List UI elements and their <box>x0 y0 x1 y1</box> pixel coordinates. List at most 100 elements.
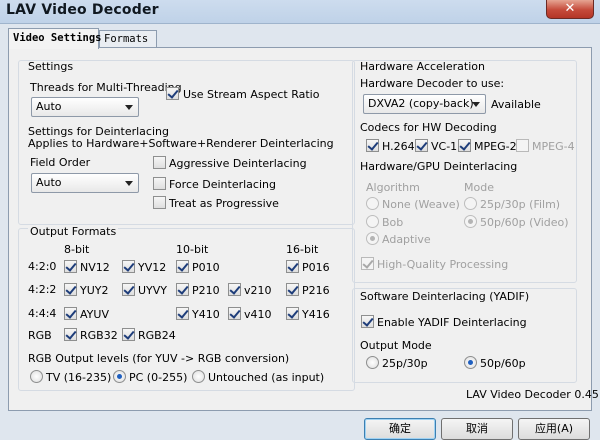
format-yuy2-label: YUY2 <box>80 284 109 297</box>
format-y416-checkbox[interactable] <box>286 307 299 320</box>
alg-adaptive-radio[interactable] <box>366 232 379 245</box>
format-ayuv-checkbox[interactable] <box>64 307 77 320</box>
format-yv12-label: YV12 <box>138 261 167 274</box>
codec-h264-label: H.264 <box>382 140 415 153</box>
level-tv-label: TV (16-235) <box>46 371 112 384</box>
level-pc-radio[interactable] <box>113 370 126 383</box>
format-p210-label: P210 <box>192 284 220 297</box>
yadif-enable-label: Enable YADIF Deinterlacing <box>377 316 527 329</box>
yadif-mode-25-radio[interactable] <box>366 356 379 369</box>
format-v410-label: v410 <box>244 308 272 321</box>
version-label: LAV Video Decoder 0.45 <box>466 388 599 401</box>
mode-label: Mode <box>464 181 494 194</box>
format-v410-checkbox[interactable] <box>228 307 241 320</box>
row-rgb-label: RGB <box>28 329 52 342</box>
field-order-label: Field Order <box>30 156 91 169</box>
force-deint-checkbox[interactable] <box>153 177 166 190</box>
codec-h264-checkbox[interactable] <box>366 139 379 152</box>
force-deint-label: Force Deinterlacing <box>169 178 276 191</box>
tab-video-settings[interactable]: Video Settings <box>8 28 102 49</box>
format-ayuv-label: AYUV <box>80 308 109 321</box>
hw-decoder-select-value: DXVA2 (copy-back) <box>368 97 474 110</box>
format-uyvy-checkbox[interactable] <box>122 283 135 296</box>
close-button[interactable]: ✕ <box>546 0 594 19</box>
format-p210-checkbox[interactable] <box>176 283 189 296</box>
format-y410-label: Y410 <box>192 308 220 321</box>
row-444-label: 4:4:4 <box>28 307 57 320</box>
format-y416-label: Y416 <box>302 308 330 321</box>
format-rgb24-checkbox[interactable] <box>122 328 135 341</box>
col-8bit-label: 8-bit <box>64 243 90 256</box>
alg-bob-radio[interactable] <box>366 215 379 228</box>
codec-mpeg4-label: MPEG-4 <box>532 140 575 153</box>
codec-mpeg4-checkbox[interactable] <box>516 139 529 152</box>
yadif-output-mode-label: Output Mode <box>360 339 432 352</box>
mode-film-radio[interactable] <box>464 197 477 210</box>
format-nv12-checkbox[interactable] <box>64 260 77 273</box>
level-tv-radio[interactable] <box>30 370 43 383</box>
format-yv12-checkbox[interactable] <box>122 260 135 273</box>
format-p010-checkbox[interactable] <box>176 260 189 273</box>
format-p216-label: P216 <box>302 284 330 297</box>
row-422-label: 4:2:2 <box>28 283 57 296</box>
codec-mpeg2-checkbox[interactable] <box>458 139 471 152</box>
format-y410-checkbox[interactable] <box>176 307 189 320</box>
field-order-select[interactable]: Auto <box>31 173 139 193</box>
level-untouched-radio[interactable] <box>192 370 205 383</box>
codec-vc1-checkbox[interactable] <box>415 139 428 152</box>
hw-accel-label: Hardware Acceleration <box>360 60 485 73</box>
format-nv12-label: NV12 <box>80 261 110 274</box>
stream-aspect-label: Use Stream Aspect Ratio <box>183 88 320 101</box>
level-pc-label: PC (0-255) <box>129 371 188 384</box>
threads-select[interactable]: Auto <box>31 97 139 117</box>
format-p216-checkbox[interactable] <box>286 283 299 296</box>
format-uyvy-label: UYVY <box>138 284 168 297</box>
alg-bob-label: Bob <box>382 216 404 229</box>
codec-vc1-label: VC-1 <box>431 140 458 153</box>
settings-group-label: Settings <box>28 60 74 73</box>
format-v210-checkbox[interactable] <box>228 283 241 296</box>
format-rgb32-label: RGB32 <box>80 329 118 342</box>
aggressive-deint-label: Aggressive Deinterlacing <box>169 157 307 170</box>
stream-aspect-checkbox[interactable] <box>166 87 179 100</box>
aggressive-deint-checkbox[interactable] <box>153 156 166 169</box>
format-p016-label: P016 <box>302 261 330 274</box>
chevron-down-icon <box>125 181 133 186</box>
chevron-down-icon <box>125 105 133 110</box>
codec-mpeg2-label: MPEG-2 <box>474 140 517 153</box>
level-untouched-label: Untouched (as input) <box>208 371 325 384</box>
alg-adaptive-label: Adaptive <box>382 233 431 246</box>
format-yuy2-checkbox[interactable] <box>64 283 77 296</box>
cancel-button[interactable]: 取消 <box>441 418 513 440</box>
window-title: LAV Video Decoder <box>6 2 159 18</box>
deint-sub-label: Applies to Hardware+Software+Renderer De… <box>28 137 334 150</box>
format-v210-label: v210 <box>244 284 272 297</box>
col-16bit-label: 16-bit <box>286 243 319 256</box>
gpu-deint-label: Hardware/GPU Deinterlacing <box>360 160 518 173</box>
hq-processing-checkbox[interactable] <box>361 257 374 270</box>
row-420-label: 4:2:0 <box>28 260 57 273</box>
format-p010-label: P010 <box>192 261 220 274</box>
mode-film-label: 25p/30p (Film) <box>480 198 561 211</box>
alg-none-label: None (Weave) <box>382 198 460 211</box>
ok-button[interactable]: 确定 <box>364 418 436 440</box>
algorithm-label: Algorithm <box>366 181 420 194</box>
dialog-footer: 确定 取消 应用(A) <box>0 412 600 440</box>
close-icon: ✕ <box>564 1 576 16</box>
hq-processing-label: High-Quality Processing <box>377 258 509 271</box>
hw-decoder-select[interactable]: DXVA2 (copy-back) <box>363 94 486 114</box>
yadif-mode-50-label: 50p/60p <box>480 357 526 370</box>
yadif-group-label: Software Deinterlacing (YADIF) <box>360 290 530 303</box>
chevron-down-icon <box>472 102 480 107</box>
yadif-mode-50-radio[interactable] <box>464 356 477 369</box>
format-rgb32-checkbox[interactable] <box>64 328 77 341</box>
apply-button[interactable]: 应用(A) <box>518 418 590 440</box>
treat-progressive-checkbox[interactable] <box>153 196 166 209</box>
alg-none-radio[interactable] <box>366 197 379 210</box>
mode-video-radio[interactable] <box>464 215 477 228</box>
tab-formats[interactable]: Formats <box>99 30 157 48</box>
hw-codecs-label: Codecs for HW Decoding <box>360 121 497 134</box>
yadif-enable-checkbox[interactable] <box>361 315 374 328</box>
format-p016-checkbox[interactable] <box>286 260 299 273</box>
field-order-select-value: Auto <box>36 176 62 189</box>
